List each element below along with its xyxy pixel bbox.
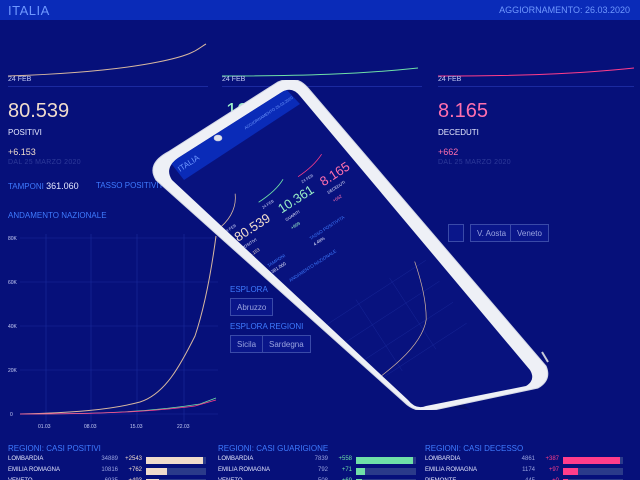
guariti-sparkline bbox=[222, 67, 419, 77]
andamento-title: ANDAMENTO NAZIONALE bbox=[8, 211, 107, 220]
regions-decesso-title: REGIONI: CASI DECESSO bbox=[425, 444, 524, 453]
region-bar bbox=[563, 457, 623, 464]
region-bar bbox=[563, 468, 623, 475]
regions-positivi-title: REGIONI: CASI POSITIVI bbox=[8, 444, 101, 453]
y-tick: 60K bbox=[8, 280, 18, 286]
tamponi-label: TAMPONI bbox=[8, 182, 44, 191]
region-value: 10816 bbox=[101, 467, 118, 473]
phone-mockup: ITALIA AGGIORNAMENTO 26.03.2020 24 FEB 2… bbox=[152, 80, 549, 410]
region-name: LOMBARDIA bbox=[8, 456, 44, 462]
region-bar-fill bbox=[563, 468, 578, 475]
positivi-since: DAL 25 MARZO 2020 bbox=[8, 159, 81, 166]
region-delta: +387 bbox=[545, 456, 559, 462]
y-tick: 40K bbox=[8, 324, 18, 330]
positivi-start-date: 24 FEB bbox=[8, 76, 32, 83]
top-bar: ITALIA AGGIORNAMENTO: 26.03.2020 bbox=[0, 0, 640, 20]
positivi-label: POSITIVI bbox=[8, 128, 42, 137]
x-tick: 15.03 bbox=[130, 424, 143, 430]
region-bar-fill bbox=[146, 457, 203, 464]
region-bar bbox=[146, 468, 206, 475]
region-row[interactable]: LOMBARDIA 7839 +558 bbox=[218, 456, 418, 466]
region-row[interactable]: EMILIA ROMAGNA 1174 +97 bbox=[425, 467, 625, 477]
region-name: EMILIA ROMAGNA bbox=[425, 467, 478, 473]
deceduti-sparkline bbox=[438, 67, 635, 77]
region-delta: +97 bbox=[548, 467, 559, 473]
region-bar-fill bbox=[356, 457, 413, 464]
positivi-value: 80.539 bbox=[8, 100, 70, 122]
region-value: 7839 bbox=[314, 456, 328, 462]
region-value: 34889 bbox=[101, 456, 118, 462]
region-delta: +558 bbox=[338, 456, 352, 462]
tamponi-value: 361.060 bbox=[46, 181, 79, 191]
x-tick: 01.03 bbox=[38, 424, 51, 430]
region-bar-fill bbox=[563, 457, 620, 464]
y-tick: 0 bbox=[10, 412, 13, 418]
region-bar bbox=[356, 457, 416, 464]
region-value: 1174 bbox=[522, 467, 535, 473]
region-row[interactable]: LOMBARDIA 34889 +2543 bbox=[8, 456, 208, 466]
page-title: ITALIA bbox=[8, 3, 50, 18]
region-name: EMILIA ROMAGNA bbox=[8, 467, 61, 473]
region-bar-fill bbox=[146, 468, 167, 475]
region-delta: +762 bbox=[128, 467, 142, 473]
region-row[interactable]: EMILIA ROMAGNA 792 +71 bbox=[218, 467, 418, 477]
positivi-sparkline bbox=[8, 43, 207, 77]
regions-guarigione-title: REGIONI: CASI GUARIGIONE bbox=[218, 444, 329, 453]
region-row[interactable]: LOMBARDIA 4861 +387 bbox=[425, 456, 625, 466]
positivi-delta: +6.153 bbox=[8, 147, 36, 157]
region-delta: +71 bbox=[341, 467, 352, 473]
region-bar-fill bbox=[356, 468, 365, 475]
region-value: 792 bbox=[317, 467, 328, 473]
region-row[interactable]: EMILIA ROMAGNA 10816 +762 bbox=[8, 467, 208, 477]
region-name: LOMBARDIA bbox=[218, 456, 254, 462]
region-delta: +2543 bbox=[125, 456, 142, 462]
region-bar bbox=[146, 457, 206, 464]
phone-camera bbox=[213, 134, 223, 142]
tamponi-stat: TAMPONI 361.060 bbox=[8, 181, 79, 191]
region-name: EMILIA ROMAGNA bbox=[218, 467, 271, 473]
phone-side-button bbox=[541, 351, 549, 363]
y-tick: 80K bbox=[8, 236, 18, 242]
update-date: AGGIORNAMENTO: 26.03.2020 bbox=[499, 5, 630, 15]
region-bar bbox=[356, 468, 416, 475]
x-tick: 22.03 bbox=[177, 424, 190, 430]
x-tick: 08.03 bbox=[84, 424, 97, 430]
region-name: LOMBARDIA bbox=[425, 456, 461, 462]
region-value: 4861 bbox=[521, 456, 535, 462]
y-tick: 20K bbox=[8, 368, 18, 374]
